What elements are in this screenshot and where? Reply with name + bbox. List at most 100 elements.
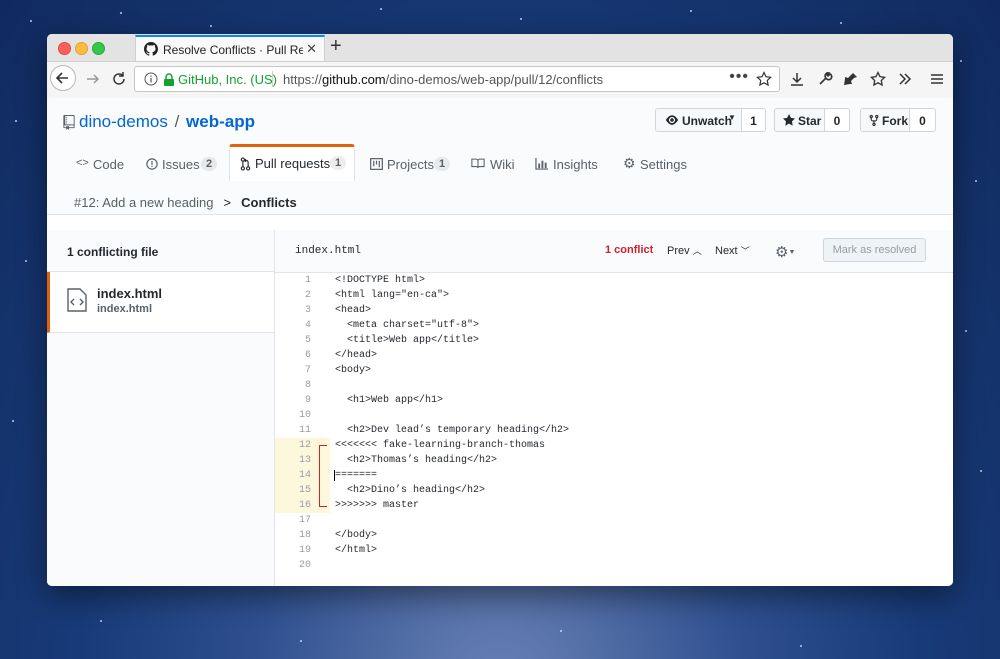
- info-icon[interactable]: [144, 72, 158, 86]
- address-bar[interactable]: GitHub, Inc. (US) https://github.com/din…: [134, 66, 780, 92]
- bookmark-star-icon[interactable]: [756, 71, 772, 87]
- tab-title: Resolve Conflicts · Pull Request: [163, 43, 303, 57]
- file-list-item[interactable]: index.html index.html: [47, 272, 274, 333]
- close-window-button[interactable]: [58, 42, 71, 55]
- line-text: <meta charset="utf-8">: [335, 320, 480, 331]
- code-line[interactable]: 10: [275, 408, 953, 423]
- page-content: dino-demos / web-app Unwatch ▼ 1 Star 0: [47, 98, 953, 586]
- code-line[interactable]: 5 <title>Web app</title>: [275, 333, 953, 348]
- chevron-down-icon: ﹀: [740, 246, 750, 256]
- repo-nav: <> Code Issues 2 Pull requests 1 Project…: [63, 144, 953, 181]
- code-line[interactable]: 18 </body>: [275, 528, 953, 543]
- overflow-chevrons-icon[interactable]: [897, 71, 913, 87]
- code-line[interactable]: 4 <meta charset="utf-8">: [275, 318, 953, 333]
- repo-owner-link[interactable]: dino-demos: [79, 112, 168, 131]
- code-line[interactable]: 7 <body>: [275, 363, 953, 378]
- code-line[interactable]: 17: [275, 513, 953, 528]
- conflict-code-line[interactable]: 16 >>>>>>> master: [275, 498, 953, 513]
- wrench-icon[interactable]: [817, 71, 833, 87]
- line-number: 11: [298, 425, 311, 436]
- tab-pull-requests[interactable]: Pull requests 1: [229, 144, 355, 181]
- code-line[interactable]: 3 <head>: [275, 303, 953, 318]
- code-line[interactable]: 11 <h2>Dev lead’s temporary heading</h2>: [275, 423, 953, 438]
- unwatch-button[interactable]: Unwatch ▼: [655, 108, 742, 132]
- repo-title: dino-demos / web-app: [63, 112, 255, 132]
- breadcrumb-chevron-icon: >: [223, 195, 232, 210]
- pr-link[interactable]: #12: Add a new heading: [74, 195, 214, 210]
- text-cursor: [334, 470, 335, 481]
- minimize-window-button[interactable]: [75, 42, 88, 55]
- mark-as-resolved-button[interactable]: Mark as resolved: [823, 238, 926, 262]
- forward-arrow-icon[interactable]: [84, 70, 102, 88]
- url-text[interactable]: https://github.com/dino-demos/web-app/pu…: [283, 72, 603, 87]
- page-actions-icon[interactable]: •••: [729, 68, 749, 86]
- star-count[interactable]: 0: [825, 108, 850, 132]
- pull-request-icon: [240, 157, 251, 171]
- prev-conflict-button[interactable]: Prev ︿: [667, 244, 702, 257]
- line-text: <h2>Dev lead’s temporary heading</h2>: [335, 425, 570, 436]
- line-number: 6: [304, 350, 311, 361]
- new-tab-icon[interactable]: +: [330, 35, 342, 58]
- editor-settings-button[interactable]: ⚙▼: [775, 243, 795, 261]
- tab-wiki[interactable]: Wiki: [459, 146, 519, 180]
- caret-down-icon: ▼: [788, 249, 796, 256]
- tab-settings[interactable]: ⚙ Settings: [611, 146, 691, 180]
- conflict-bracket-tick: [319, 506, 327, 507]
- hamburger-menu-icon[interactable]: [929, 71, 945, 87]
- line-number: 5: [304, 335, 311, 346]
- file-path: index.html: [97, 303, 153, 315]
- fork-count[interactable]: 0: [910, 108, 936, 132]
- fork-icon: [869, 114, 879, 127]
- line-text: <<<<<<< fake-learning-branch-thomas: [335, 440, 546, 451]
- conflict-bracket-tick: [319, 445, 327, 446]
- line-text: <h1>Web app</h1>: [335, 395, 444, 406]
- close-tab-icon[interactable]: ✕: [306, 41, 317, 57]
- star-button[interactable]: Star: [774, 108, 825, 132]
- conflict-code-line[interactable]: 12 <<<<<<< fake-learning-branch-thomas: [275, 438, 953, 453]
- conflict-bracket: [319, 445, 320, 506]
- tab-issues[interactable]: Issues 2: [136, 146, 226, 180]
- bookmarks-star-icon[interactable]: [870, 71, 886, 87]
- next-conflict-button[interactable]: Next ﹀: [715, 244, 750, 257]
- back-button[interactable]: [50, 65, 76, 91]
- book-icon: [471, 158, 485, 168]
- conflict-code-line[interactable]: 13 <h2>Thomas’s heading</h2>: [275, 453, 953, 468]
- code-line[interactable]: 6 </head>: [275, 348, 953, 363]
- repo-icon: [63, 115, 75, 130]
- urlbar-divider: [272, 71, 273, 87]
- gear-icon: ⚙: [623, 155, 636, 171]
- github-logo-icon: [144, 42, 158, 56]
- site-identity: GitHub, Inc. (US): [178, 72, 277, 87]
- pin-icon[interactable]: [843, 71, 859, 87]
- watch-count[interactable]: 1: [742, 108, 766, 132]
- code-line[interactable]: 2 <html lang="en-ca">: [275, 288, 953, 303]
- breadcrumb-current: Conflicts: [241, 195, 297, 210]
- download-icon[interactable]: [789, 71, 805, 87]
- projects-count: 1: [434, 157, 451, 171]
- tab-projects[interactable]: Projects 1: [358, 146, 451, 180]
- conflict-code-line[interactable]: 15 <h2>Dino’s heading</h2>: [275, 483, 953, 498]
- browser-tab[interactable]: Resolve Conflicts · Pull Request ✕: [135, 35, 325, 61]
- tab-insights[interactable]: Insights: [525, 146, 605, 180]
- code-line[interactable]: 9 <h1>Web app</h1>: [275, 393, 953, 408]
- code-icon: <>: [76, 157, 89, 169]
- line-number: 1: [304, 275, 311, 286]
- code-line[interactable]: 1 <!DOCTYPE html>: [275, 273, 953, 288]
- tab-code[interactable]: <> Code: [63, 146, 133, 180]
- code-line[interactable]: 8: [275, 378, 953, 393]
- line-number: 19: [298, 545, 311, 556]
- reload-icon[interactable]: [110, 70, 128, 88]
- line-number: 10: [298, 410, 311, 421]
- line-number: 16: [298, 500, 311, 511]
- zoom-window-button[interactable]: [92, 42, 105, 55]
- conflict-count: 1 conflict: [605, 244, 654, 256]
- code-line[interactable]: 20: [275, 558, 953, 573]
- repo-name-link[interactable]: web-app: [186, 112, 255, 131]
- code-lines[interactable]: 1 <!DOCTYPE html> 2 <html lang="en-ca"> 3 <he…: [275, 273, 953, 573]
- conflict-code-line[interactable]: 14 =======: [275, 468, 953, 483]
- code-line[interactable]: 19 </html>: [275, 543, 953, 558]
- editor-filename: index.html: [295, 245, 362, 257]
- line-number: 8: [304, 380, 311, 391]
- line-text: <title>Web app</title>: [335, 335, 480, 346]
- fork-button[interactable]: Fork: [860, 108, 910, 132]
